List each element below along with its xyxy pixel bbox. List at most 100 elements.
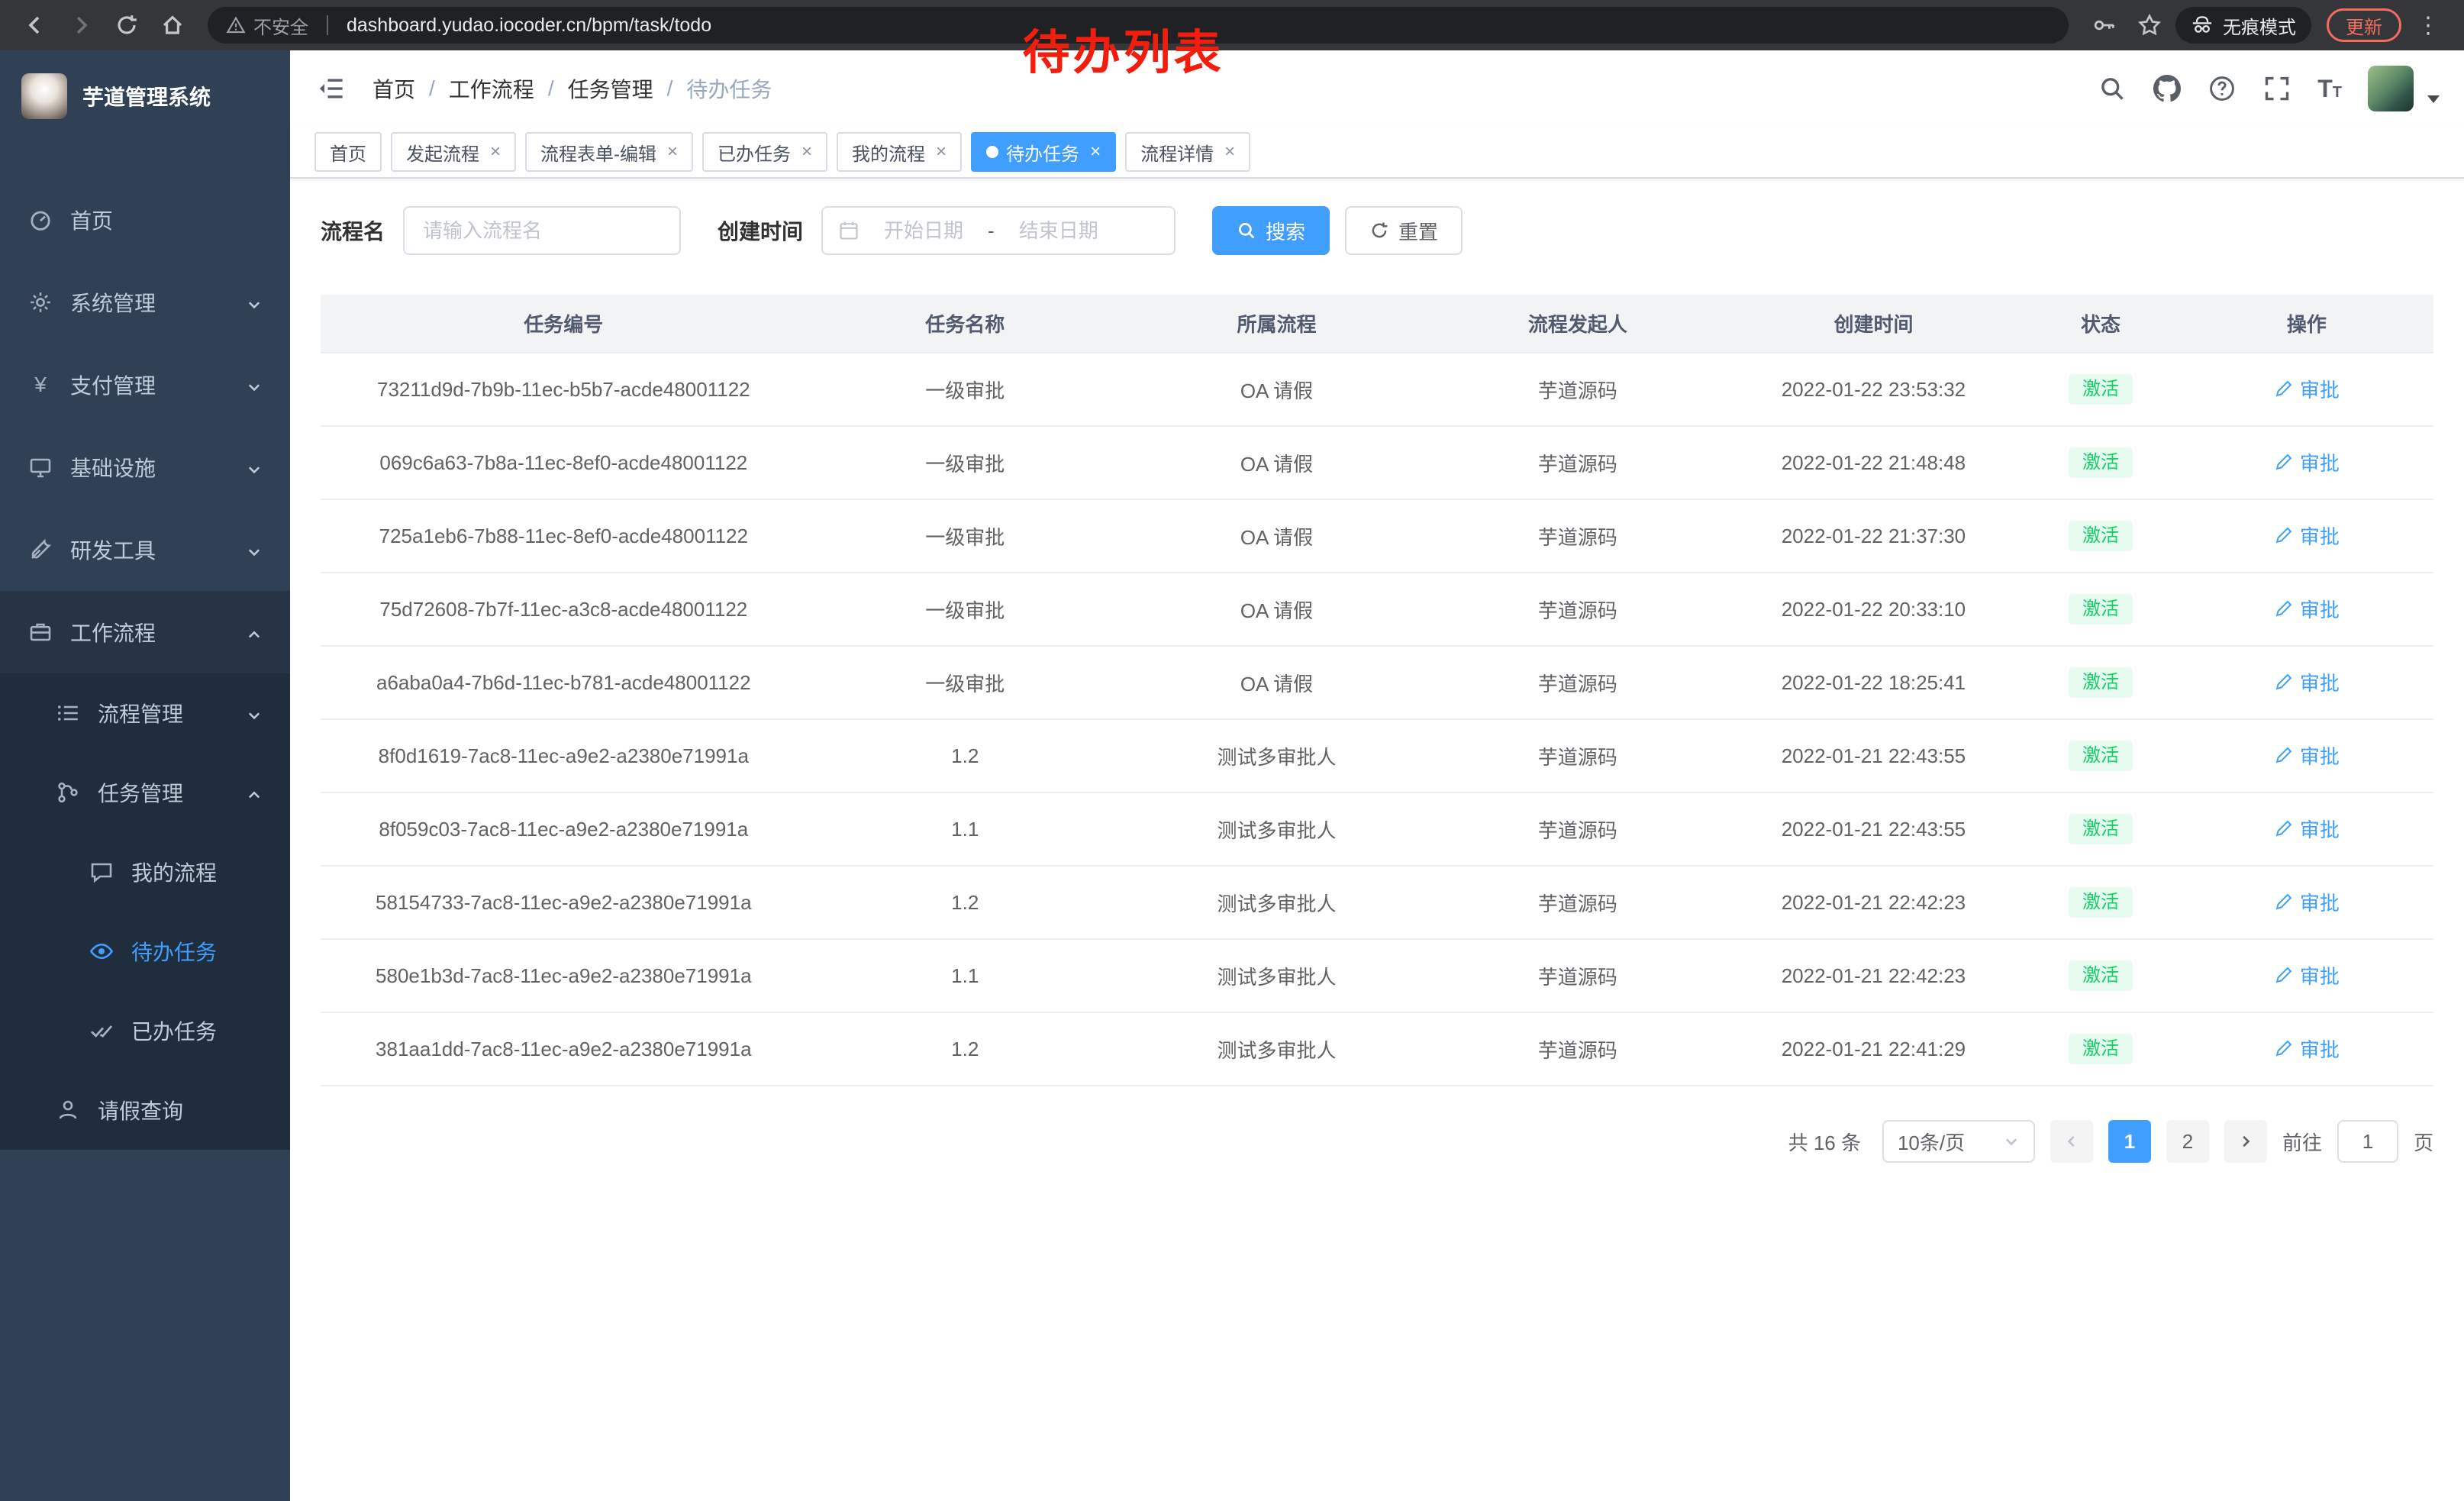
tab-form-edit[interactable]: 流程表单-编辑×	[525, 132, 693, 172]
task-table: 任务编号 任务名称 所属流程 流程发起人 创建时间 状态 操作 73211d9d…	[321, 295, 2433, 1086]
breadcrumb-workflow[interactable]: 工作流程	[449, 73, 534, 104]
page-button-2[interactable]: 2	[2166, 1120, 2209, 1163]
bookmark-star-icon[interactable]	[2130, 5, 2169, 45]
page-button-1[interactable]: 1	[2108, 1120, 2151, 1163]
tab-start-process[interactable]: 发起流程×	[391, 132, 516, 172]
approve-link[interactable]: 审批	[2274, 521, 2340, 550]
person-icon	[55, 1097, 81, 1123]
pagination: 共 16 条 10条/页 1 2 前往 页	[321, 1120, 2433, 1163]
sidebar-item-devtools[interactable]: 研发工具	[0, 508, 290, 591]
sidebar-item-done-tasks[interactable]: 已办任务	[0, 991, 290, 1070]
tab-process-detail[interactable]: 流程详情×	[1125, 132, 1250, 172]
task-process: OA 请假	[1124, 646, 1430, 719]
home-icon[interactable]	[153, 5, 192, 45]
refresh-icon	[1369, 221, 1389, 240]
sidebar-item-leave-query[interactable]: 请假查询	[0, 1070, 290, 1150]
avatar[interactable]	[2368, 66, 2414, 111]
approve-link[interactable]: 审批	[2274, 961, 2340, 989]
address-bar[interactable]: 不安全 dashboard.yudao.iocoder.cn/bpm/task/…	[208, 7, 2069, 44]
reset-button[interactable]: 重置	[1345, 206, 1463, 255]
status-badge: 激活	[2069, 741, 2133, 772]
col-status: 状态	[2021, 295, 2180, 353]
approve-link[interactable]: 审批	[2274, 815, 2340, 843]
font-size-icon[interactable]: TT	[2317, 75, 2342, 103]
table-row: 8f0d1619-7ac8-11ec-a9e2-a2380e71991a 1.2…	[321, 719, 2433, 792]
date-range-picker[interactable]: -	[821, 206, 1176, 255]
task-name: 1.1	[807, 792, 1124, 866]
approve-link[interactable]: 审批	[2274, 741, 2340, 770]
approve-link[interactable]: 审批	[2274, 888, 2340, 916]
sidebar-item-home[interactable]: 首页	[0, 179, 290, 261]
close-icon[interactable]: ×	[936, 141, 947, 163]
search-button[interactable]: 搜索	[1212, 206, 1330, 255]
sidebar-item-todo-tasks[interactable]: 待办任务	[0, 912, 290, 991]
list-icon	[55, 700, 81, 726]
close-icon[interactable]: ×	[801, 141, 812, 163]
github-icon[interactable]	[2153, 74, 2182, 103]
tags-view-bar: 首页 发起流程× 流程表单-编辑× 已办任务× 我的流程× 待办任务× 流程详情…	[290, 127, 2464, 179]
start-date-input[interactable]	[869, 219, 979, 243]
breadcrumb: 首页 / 工作流程 / 任务管理 / 待办任务	[373, 73, 772, 104]
task-initiator: 芋道源码	[1430, 426, 1726, 499]
task-id: a6aba0a4-7b6d-11ec-b781-acde48001122	[321, 646, 807, 719]
page-size-select[interactable]: 10条/页	[1882, 1120, 2035, 1163]
tab-todo-tasks[interactable]: 待办任务×	[971, 132, 1116, 172]
edit-icon	[2274, 1038, 2294, 1058]
tab-my-process[interactable]: 我的流程×	[837, 132, 962, 172]
back-icon[interactable]	[15, 5, 55, 45]
close-icon[interactable]: ×	[1224, 141, 1235, 163]
help-icon[interactable]	[2208, 74, 2237, 103]
browser-menu-icon[interactable]: ⋮	[2408, 12, 2449, 39]
prev-page-button[interactable]	[2050, 1120, 2093, 1163]
process-name-input[interactable]	[403, 206, 681, 255]
main-panel: 首页 / 工作流程 / 任务管理 / 待办任务 TT	[290, 50, 2464, 1501]
sidebar-collapse-icon[interactable]	[314, 72, 348, 105]
sidebar-item-my-process[interactable]: 我的流程	[0, 832, 290, 912]
goto-page-input[interactable]	[2337, 1120, 2398, 1163]
approve-link[interactable]: 审批	[2274, 448, 2340, 476]
task-initiator: 芋道源码	[1430, 719, 1726, 792]
task-id: 725a1eb6-7b88-11ec-8ef0-acde48001122	[321, 499, 807, 573]
sidebar-item-process-mgmt[interactable]: 流程管理	[0, 673, 290, 753]
approve-link[interactable]: 审批	[2274, 375, 2340, 403]
page-unit-label: 页	[2414, 1128, 2433, 1156]
sidebar-item-task-mgmt[interactable]: 任务管理	[0, 753, 290, 832]
url-text: dashboard.yudao.iocoder.cn/bpm/task/todo	[347, 15, 711, 37]
sidebar-item-infra[interactable]: 基础设施	[0, 426, 290, 508]
status-badge: 激活	[2069, 887, 2133, 918]
table-header-row: 任务编号 任务名称 所属流程 流程发起人 创建时间 状态 操作	[321, 295, 2433, 353]
sidebar-item-workflow[interactable]: 工作流程	[0, 591, 290, 673]
close-icon[interactable]: ×	[667, 141, 678, 163]
incognito-chip[interactable]: 无痕模式	[2175, 7, 2311, 44]
close-icon[interactable]: ×	[1090, 141, 1101, 163]
next-page-button[interactable]	[2224, 1120, 2267, 1163]
status-badge: 激活	[2069, 374, 2133, 405]
approve-link[interactable]: 审批	[2274, 1035, 2340, 1063]
tab-done-tasks[interactable]: 已办任务×	[702, 132, 827, 172]
sidebar-item-system[interactable]: 系统管理	[0, 261, 290, 344]
approve-link[interactable]: 审批	[2274, 668, 2340, 696]
status-badge: 激活	[2069, 814, 2133, 845]
search-icon[interactable]	[2098, 74, 2127, 103]
task-name: 一级审批	[807, 353, 1124, 426]
table-row: a6aba0a4-7b6d-11ec-b781-acde48001122 一级审…	[321, 646, 2433, 719]
breadcrumb-home[interactable]: 首页	[373, 73, 415, 104]
security-warning[interactable]: 不安全	[226, 12, 308, 39]
tab-home[interactable]: 首页	[314, 132, 382, 172]
approve-link[interactable]: 审批	[2274, 595, 2340, 623]
reload-icon[interactable]	[107, 5, 147, 45]
status-badge: 激活	[2069, 667, 2133, 699]
eye-icon	[89, 938, 114, 964]
end-date-input[interactable]	[1004, 219, 1114, 243]
sidebar-logo-row[interactable]: 芋道管理系统	[0, 50, 290, 142]
forward-icon[interactable]	[61, 5, 101, 45]
sidebar-item-payment[interactable]: ¥ 支付管理	[0, 344, 290, 426]
browser-update-button[interactable]: 更新	[2327, 8, 2401, 42]
close-icon[interactable]: ×	[490, 141, 501, 163]
avatar-caret-icon[interactable]	[2427, 95, 2440, 103]
chevron-up-icon	[246, 624, 263, 641]
task-name: 一级审批	[807, 426, 1124, 499]
fullscreen-icon[interactable]	[2262, 74, 2291, 103]
key-icon[interactable]	[2084, 5, 2124, 45]
breadcrumb-task-mgmt[interactable]: 任务管理	[568, 73, 653, 104]
